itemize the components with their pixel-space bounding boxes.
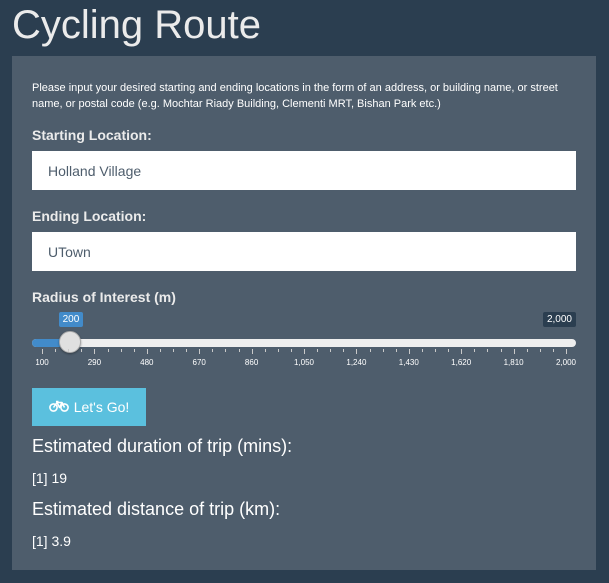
bicycle-icon [48,399,69,415]
distance-label: Estimated distance of trip (km): [32,499,281,519]
slider-tick-label: 1,810 [503,358,524,367]
slider-tick-label: 480 [140,358,154,367]
slider-tick-label: 1,240 [346,358,367,367]
slider-tick-minor [290,349,292,352]
slider-tick-label: 2,000 [555,358,577,367]
slider-tick-minor [421,349,423,352]
slider-tick-minor [55,349,57,352]
slider-tick-label: 100 [35,358,49,367]
ending-location-input[interactable] [32,232,576,271]
slider-tick-label: 860 [244,358,259,367]
slider-tick-label: 290 [87,358,102,367]
slider-tick-minor [552,349,554,352]
instructions-text: Please input your desired starting and e… [32,82,558,110]
page-title: Cycling Route [12,3,262,47]
slider-tick-minor [225,349,227,352]
slider-tick-major [356,349,358,354]
slider-tick-major [513,349,515,354]
slider-track[interactable] [32,339,576,347]
lets-go-button[interactable]: Let's Go! [32,388,146,426]
slider-tick-minor [238,349,240,352]
slider-tick-major [146,349,148,354]
slider-tick-major [304,349,305,354]
slider-tick-minor [212,349,214,352]
slider-tick-minor [107,349,109,352]
slider-tick-major [251,349,253,354]
slider-tick-major [94,349,96,354]
slider-tick-minor [487,349,489,352]
slider-tick-minor [343,349,345,352]
slider-tick-minor [474,349,476,352]
slider-tick-minor [500,349,502,352]
ending-location-label: Ending Location: [32,208,147,224]
slider-tick-minor [173,349,174,352]
slider-tick-minor [277,349,279,352]
slider-value-badge: 200 [58,312,84,327]
duration-label: Estimated duration of trip (mins): [32,436,293,456]
distance-value: [1] 3.9 [32,533,71,549]
slider-tick-minor [369,349,371,352]
slider-tick-minor [382,349,384,352]
slider-tick-minor [526,349,528,352]
slider-tick-minor [159,349,161,352]
slider-tick-major [566,349,567,354]
slider-tick-major [461,349,463,354]
input-panel: Please input your desired starting and e… [12,56,596,570]
slider-tick-minor [395,349,397,352]
slider-max-badge: 2,000 [542,312,576,327]
lets-go-label: Let's Go! [73,399,130,415]
slider-tick-label: 1,430 [398,358,419,367]
slider-tick-minor [68,349,70,352]
slider-tick-major [42,349,43,354]
slider-tick-minor [539,349,541,352]
starting-location-input[interactable] [32,151,576,190]
slider-tick-minor [264,349,266,352]
slider-tick-label: 1,050 [293,358,315,367]
slider-tick-minor [448,349,450,352]
slider-tick-minor [435,349,436,352]
radius-label: Radius of Interest (m) [32,289,176,305]
slider-tick-minor [330,349,332,352]
radius-slider[interactable]: 2,000 200 100 290 480 670 860 1,050 1,240 1,430… [32,312,576,374]
slider-tick-label: 1,620 [451,358,472,367]
starting-location-label: Starting Location: [32,127,152,143]
slider-tick-minor [186,349,188,352]
slider-tick-label: 670 [192,358,206,367]
slider-tick-minor [133,349,135,352]
slider-tick-major [199,349,201,354]
slider-handle[interactable] [58,331,81,353]
slider-tick-major [408,349,410,354]
slider-tick-minor [81,349,83,352]
duration-value: [1] 19 [32,470,68,486]
slider-tick-minor [317,349,319,352]
slider-tick-minor [120,349,122,352]
